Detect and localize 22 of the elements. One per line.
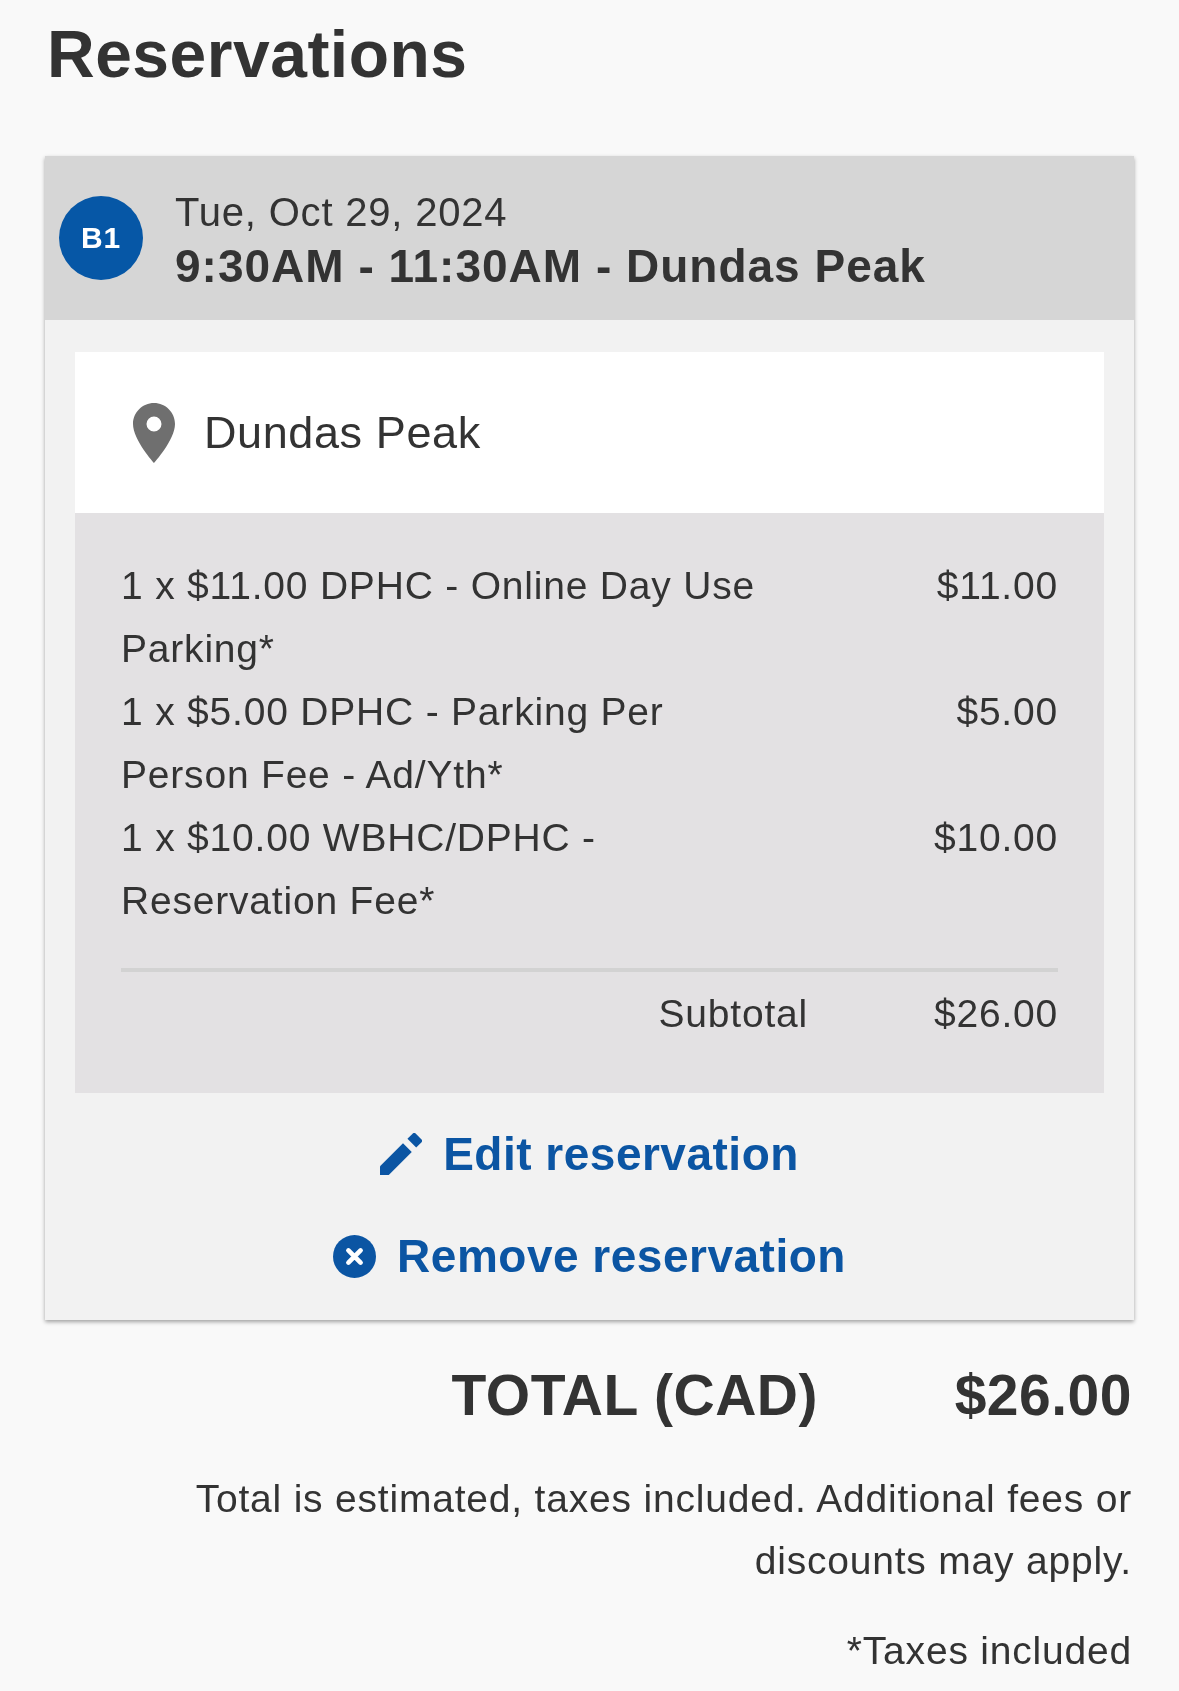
line-item-amount: $11.00 — [935, 563, 1058, 609]
subtotal-amount: $26.00 — [932, 991, 1058, 1037]
line-item-amount: $10.00 — [932, 815, 1058, 861]
time-slot-heading: 9:30AM - 11:30AM - Dundas Peak — [175, 239, 926, 294]
tax-note: *Taxes included — [845, 1628, 1132, 1674]
subtotal-label: Subtotal — [658, 991, 808, 1037]
page-title: Reservations — [47, 16, 469, 93]
booking-badge: B1 — [59, 196, 143, 280]
pencil-icon — [380, 1133, 423, 1175]
line-item-description: 1 x $10.00 WBHC/DPHC - Reservation Fee* — [121, 815, 597, 924]
line-item-description: 1 x $5.00 DPHC - Parking Per Person Fee - Ad/Yth* — [121, 689, 665, 798]
location-name: Dundas Peak — [204, 406, 481, 459]
line-item-amount: $5.00 — [955, 689, 1058, 735]
total-amount: $26.00 — [953, 1362, 1132, 1429]
close-circle-icon — [333, 1234, 377, 1278]
line-item-description: 1 x $11.00 DPHC - Online Day Use Parking* — [121, 563, 756, 672]
reservation-date: Tue, Oct 29, 2024 — [175, 189, 509, 236]
estimate-note: Total is estimated, taxes included. Additional fees or discounts may apply. — [194, 1476, 1132, 1584]
map-pin-icon — [133, 402, 175, 463]
total-label: TOTAL (CAD) — [451, 1362, 818, 1429]
edit-reservation-link[interactable]: Edit reservation — [380, 1124, 799, 1184]
remove-reservation-link[interactable]: Remove reservation — [333, 1226, 846, 1286]
